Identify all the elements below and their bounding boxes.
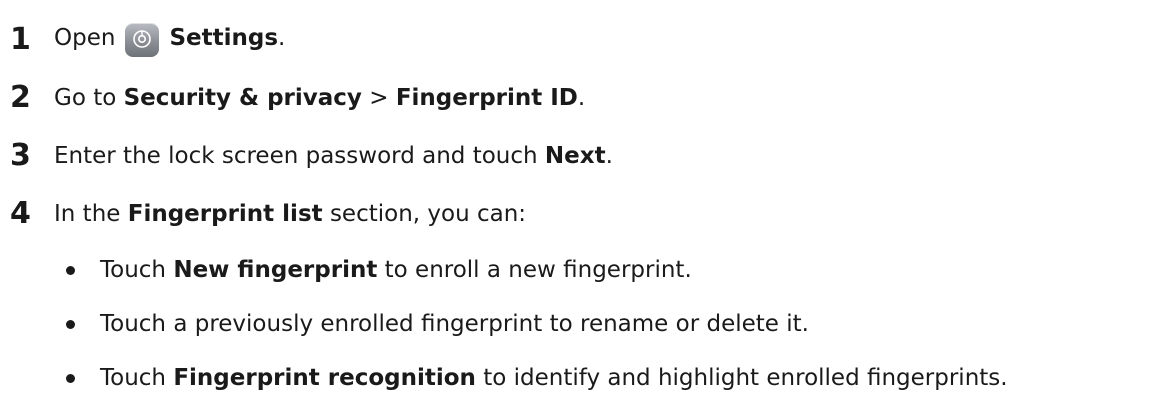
bullet-text: Touch Fingerprint recognition to identif… — [100, 364, 1008, 391]
step-text: In the Fingerprint list section, you can… — [54, 200, 527, 227]
step-text: Enter the lock screen password and touch… — [54, 142, 613, 169]
bullet-prefix: Touch — [100, 256, 167, 283]
step-text: Go to Security & privacy > Fingerprint I… — [54, 84, 586, 111]
step-prefix: In the — [54, 200, 121, 227]
bullet-text: Touch a previously enrolled fingerprint … — [100, 310, 809, 337]
fingerprint-list-label: Fingerprint list — [127, 200, 323, 227]
new-fingerprint-label: New fingerprint — [173, 256, 378, 283]
bullet-dot — [66, 319, 75, 329]
step-end-punct: . — [577, 84, 586, 111]
step-suffix: section, you can: — [329, 200, 527, 227]
step-end-punct: . — [278, 25, 286, 51]
step-number: 1 — [10, 22, 31, 57]
next-label: Next — [544, 142, 606, 169]
security-privacy-label: Security & privacy — [123, 84, 362, 111]
step-open-label: Open — [54, 25, 116, 51]
bullet-text: Touch New fingerprint to enroll a new fi… — [100, 256, 692, 283]
step-number: 2 — [10, 80, 31, 115]
fingerprint-recognition-label: Fingerprint recognition — [173, 364, 476, 391]
fingerprint-id-label: Fingerprint ID — [395, 84, 578, 111]
bullet-prefix: Touch — [100, 364, 167, 391]
bullet-dot — [66, 373, 75, 383]
step-prefix: Enter the lock screen password and touch — [54, 142, 538, 169]
settings-gear-icon — [125, 23, 160, 57]
step-end-punct: . — [605, 142, 613, 169]
step-number: 4 — [10, 196, 31, 231]
step-prefix: Go to — [54, 84, 117, 111]
step-text: Open Settings. — [54, 23, 285, 57]
path-separator: > — [369, 84, 389, 111]
settings-label: Settings — [169, 25, 279, 51]
bullet-suffix: to enroll a new fingerprint. — [384, 256, 692, 283]
bullet-suffix: to identify and highlight enrolled finge… — [483, 364, 1008, 391]
step-number: 3 — [10, 138, 31, 173]
bullet-dot — [66, 265, 75, 275]
